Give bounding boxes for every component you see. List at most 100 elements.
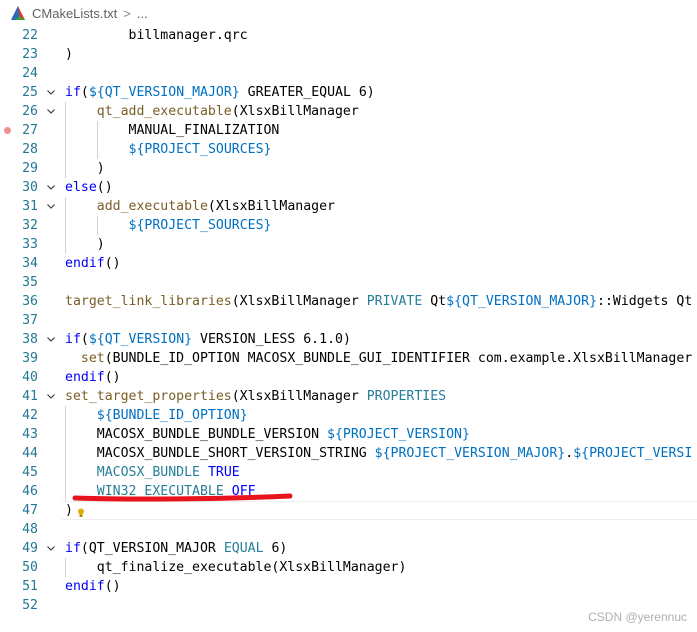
watermark: CSDN @yerennuc: [588, 610, 687, 624]
code-token: TRUE: [207, 465, 240, 480]
fold-chevron-icon[interactable]: [44, 197, 58, 216]
code-line[interactable]: 51 endif(): [0, 577, 697, 596]
code-line[interactable]: 41 set_target_properties(XlsxBillManager …: [0, 387, 697, 406]
code-line[interactable]: 37: [0, 311, 697, 330]
code-line[interactable]: 27 MANUAL_FINALIZATION: [0, 121, 697, 140]
code-text[interactable]: ${BUNDLE_ID_OPTION}: [65, 406, 248, 425]
line-number: 26: [22, 104, 38, 119]
code-text[interactable]: billmanager.qrc: [65, 26, 248, 45]
code-line[interactable]: 30 else(): [0, 178, 697, 197]
code-line[interactable]: 28 ${PROJECT_SOURCES}: [0, 140, 697, 159]
code-token: ${: [88, 332, 105, 347]
code-text[interactable]: set_target_properties(XlsxBillManager PR…: [65, 387, 446, 406]
code-token: PROJECT_VERSION: [342, 427, 462, 442]
fold-chevron-icon[interactable]: [44, 539, 58, 558]
code-token: ${: [96, 408, 113, 423]
code-text[interactable]: if(QT_VERSION_MAJOR EQUAL 6): [65, 539, 287, 558]
code-token: ): [65, 503, 73, 518]
code-line[interactable]: 40 endif(): [0, 368, 697, 387]
code-token: add_executable: [96, 199, 208, 214]
code-token: set_target_properties: [65, 389, 232, 404]
code-token: (): [96, 180, 113, 195]
code-text[interactable]: ${PROJECT_SOURCES}: [65, 140, 272, 159]
code-token: }: [263, 142, 272, 157]
code-text[interactable]: endif(): [65, 577, 121, 596]
code-text[interactable]: qt_add_executable(XlsxBillManager: [65, 102, 359, 121]
code-line[interactable]: 49 if(QT_VERSION_MAJOR EQUAL 6): [0, 539, 697, 558]
indent-guide: [65, 197, 66, 254]
fold-chevron-icon[interactable]: [44, 178, 58, 197]
code-token: QT_VERSION_MAJOR: [104, 85, 232, 100]
chevron-right-icon: >: [123, 5, 131, 21]
code-line[interactable]: 48: [0, 520, 697, 539]
code-text[interactable]: qt_finalize_executable(XlsxBillManager): [65, 558, 407, 577]
code-token: (): [104, 579, 121, 594]
code-line[interactable]: 23): [0, 45, 697, 64]
code-token: if: [65, 85, 81, 100]
line-number: 33: [22, 237, 38, 252]
breakpoint-icon[interactable]: [4, 127, 11, 134]
code-line[interactable]: 32 ${PROJECT_SOURCES}: [0, 216, 697, 235]
code-token: }: [462, 427, 470, 442]
code-line[interactable]: 26 qt_add_executable(XlsxBillManager: [0, 102, 697, 121]
code-text[interactable]: if(${QT_VERSION} VERSION_LESS 6.1.0): [65, 330, 351, 349]
code-editor[interactable]: 22 billmanager.qrc 23) 24 25 if(${QT_VERSION…: [0, 26, 697, 615]
code-token: else: [65, 180, 97, 195]
code-token: .: [565, 446, 574, 461]
fold-chevron-icon[interactable]: [44, 102, 58, 121]
code-token: ): [65, 161, 105, 176]
fold-chevron-icon[interactable]: [44, 83, 58, 102]
code-token: ${: [88, 85, 105, 100]
code-line[interactable]: 24: [0, 64, 697, 83]
code-line[interactable]: 42 ${BUNDLE_ID_OPTION}: [0, 406, 697, 425]
code-line[interactable]: 33 ): [0, 235, 697, 254]
code-text[interactable]: ): [65, 159, 105, 178]
code-token: }: [184, 332, 193, 347]
code-text[interactable]: MACOSX_BUNDLE_BUNDLE_VERSION ${PROJECT_V…: [65, 425, 470, 444]
lightbulb-icon[interactable]: [77, 505, 85, 517]
code-text[interactable]: endif(): [65, 254, 121, 273]
code-token: if: [65, 541, 81, 556]
code-text[interactable]: ): [65, 45, 73, 64]
code-line[interactable]: 50 qt_finalize_executable(XlsxBillManage…: [0, 558, 697, 577]
code-line[interactable]: 29 ): [0, 159, 697, 178]
line-number: 23: [22, 47, 38, 62]
code-text[interactable]: MACOSX_BUNDLE_SHORT_VERSION_STRING ${PRO…: [65, 444, 693, 463]
code-text[interactable]: ): [65, 235, 105, 254]
code-text[interactable]: set(BUNDLE_ID_OPTION MACOSX_BUNDLE_GUI_I…: [65, 349, 692, 368]
code-line[interactable]: 43 MACOSX_BUNDLE_BUNDLE_VERSION ${PROJEC…: [0, 425, 697, 444]
code-text[interactable]: MACOSX_BUNDLE TRUE: [65, 463, 240, 482]
code-line[interactable]: 36 target_link_libraries(XlsxBillManager …: [0, 292, 697, 311]
code-token: PROJECT_VERSION_MAJOR: [390, 446, 558, 461]
code-text[interactable]: else(): [65, 178, 113, 197]
line-number: 30: [22, 180, 38, 195]
code-text[interactable]: target_link_libraries(XlsxBillManager PR…: [65, 292, 692, 311]
breadcrumb-file[interactable]: CMakeLists.txt: [32, 6, 117, 21]
code-line[interactable]: 45 MACOSX_BUNDLE TRUE: [0, 463, 697, 482]
indent-guide: [65, 406, 66, 501]
line-number: 32: [22, 218, 38, 233]
fold-chevron-icon[interactable]: [44, 330, 58, 349]
code-line[interactable]: 35: [0, 273, 697, 292]
code-line[interactable]: 39 set(BUNDLE_ID_OPTION MACOSX_BUNDLE_GU…: [0, 349, 697, 368]
code-token: (XlsxBillManager: [231, 294, 367, 309]
line-number: 35: [22, 275, 38, 290]
code-line[interactable]: 34 endif(): [0, 254, 697, 273]
code-line[interactable]: 25 if(${QT_VERSION_MAJOR} GREATER_EQUAL 6…: [0, 83, 697, 102]
code-line[interactable]: 38 if(${QT_VERSION} VERSION_LESS 6.1.0): [0, 330, 697, 349]
code-text[interactable]: endif(): [65, 368, 121, 387]
fold-chevron-icon[interactable]: [44, 387, 58, 406]
code-token: EQUAL: [223, 541, 264, 556]
code-text[interactable]: if(${QT_VERSION_MAJOR} GREATER_EQUAL 6): [65, 83, 375, 102]
code-line[interactable]: 44 MACOSX_BUNDLE_SHORT_VERSION_STRING ${…: [0, 444, 697, 463]
code-line[interactable]: 22 billmanager.qrc: [0, 26, 697, 45]
code-line[interactable]: 31 add_executable(XlsxBillManager: [0, 197, 697, 216]
breadcrumb-more[interactable]: ...: [137, 6, 148, 21]
line-number: 22: [22, 28, 38, 43]
code-text[interactable]: ${PROJECT_SOURCES}: [65, 216, 272, 235]
code-token: qt_finalize_executable(XlsxBillManager): [65, 560, 407, 575]
code-token: (): [104, 370, 121, 385]
code-text[interactable]: add_executable(XlsxBillManager: [65, 197, 335, 216]
